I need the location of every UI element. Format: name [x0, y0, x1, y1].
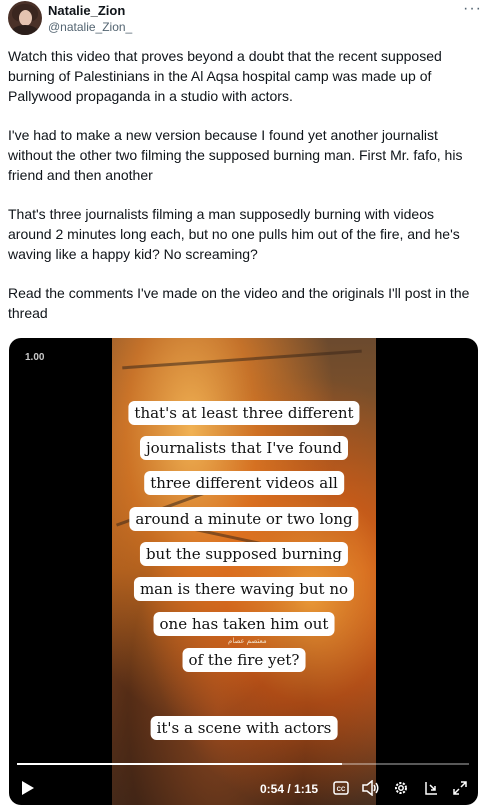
svg-text:CC: CC — [337, 787, 346, 793]
tweet-text: Watch this video that proves beyond a do… — [8, 46, 480, 342]
pip-icon[interactable] — [421, 778, 441, 798]
caption-line: of the fire yet? — [182, 648, 306, 672]
caption-line: but the supposed burning — [139, 542, 349, 566]
caption-line: man is there waving but no — [133, 577, 355, 601]
settings-icon[interactable] — [391, 778, 411, 798]
video-controls: 0:54 / 1:15 CC — [9, 770, 478, 805]
more-options-icon[interactable]: ··· — [463, 0, 482, 18]
progress-fill — [17, 763, 343, 765]
video-badge: 1.00 — [25, 352, 45, 363]
progress-bar[interactable] — [17, 763, 469, 765]
caption-line: around a minute or two long — [129, 507, 359, 531]
time-display: 0:54 / 1:15 — [260, 782, 319, 796]
video-watermark: معتصم عصام — [228, 638, 267, 645]
caption-line: three different videos all — [144, 471, 344, 495]
tweet-paragraph: Read the comments I've made on the video… — [8, 285, 470, 321]
play-icon[interactable] — [19, 778, 37, 798]
avatar[interactable] — [8, 1, 42, 35]
caption-final: it's a scene with actors — [150, 716, 338, 740]
author-handle[interactable]: @natalie_Zion_ — [48, 20, 132, 34]
caption-line: one has taken him out — [153, 612, 335, 636]
tweet-header: Natalie_Zion @natalie_Zion_ ··· — [0, 0, 485, 40]
caption-line: journalists that I've found — [139, 436, 349, 460]
author-display-name[interactable]: Natalie_Zion — [48, 3, 125, 18]
caption-line: that's at least three different — [128, 401, 360, 425]
fullscreen-icon[interactable] — [450, 778, 470, 798]
volume-icon[interactable] — [361, 778, 381, 798]
tweet-paragraph: That's three journalists filming a man s… — [8, 206, 460, 262]
captions-icon[interactable]: CC — [332, 778, 350, 798]
tweet-paragraph: Watch this video that proves beyond a do… — [8, 48, 442, 104]
tweet-paragraph: I've had to make a new version because I… — [8, 127, 463, 183]
video-player[interactable]: 1.00 that's at least three different jou… — [9, 338, 478, 805]
